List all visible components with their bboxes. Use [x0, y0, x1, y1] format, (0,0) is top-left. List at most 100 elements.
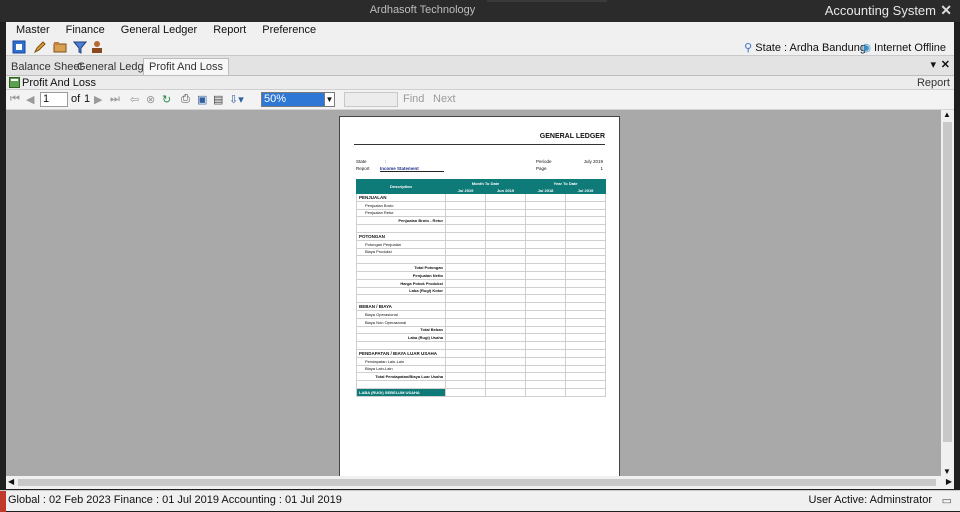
- row-label: [356, 380, 446, 389]
- back-icon[interactable]: ⇦: [130, 93, 139, 106]
- report-meta-label: Report: [356, 166, 370, 171]
- row-cell: [565, 239, 607, 249]
- table-row: Penjualan Bruto - Retur: [356, 216, 607, 226]
- row-cell: [445, 231, 486, 241]
- folder-icon[interactable]: [53, 40, 67, 54]
- row-label: BEBAN / BIAYA: [356, 302, 446, 311]
- row-cell: [565, 372, 607, 382]
- row-cell: [565, 317, 607, 327]
- zoom-select[interactable]: 50% ▼: [261, 92, 335, 107]
- row-cell: [445, 309, 486, 319]
- status-bar: Global : 02 Feb 2023 Finance : 01 Jul 20…: [0, 490, 960, 512]
- row-cell: [484, 333, 527, 343]
- row-cell: [484, 270, 527, 280]
- row-label: Penjualan Bruto - Retur: [356, 216, 446, 226]
- row-cell: [445, 200, 486, 210]
- menu-preference[interactable]: Preference: [252, 22, 322, 38]
- chevron-down-icon[interactable]: ▼: [324, 93, 334, 106]
- horizontal-scroll-thumb[interactable]: [18, 479, 936, 486]
- print-icon[interactable]: ⎙: [181, 93, 190, 106]
- row-cell: [565, 200, 607, 210]
- page-setup-icon[interactable]: ▤: [213, 93, 223, 106]
- row-label: Total Pendapatan/Biaya Luar Usaha: [356, 372, 446, 382]
- row-cell: [565, 333, 607, 343]
- table-row: Harga Pokok Produksi: [356, 278, 607, 288]
- table-row: Total Potongan: [356, 263, 607, 272]
- find-button[interactable]: Find: [403, 93, 424, 105]
- row-label: LABA (RUGI) SEBELUM USAHA: [356, 387, 446, 397]
- row-label: Biaya Operasional: [356, 309, 446, 319]
- row-cell: [445, 247, 486, 257]
- menu-master[interactable]: Master: [6, 22, 56, 38]
- vertical-scrollbar[interactable]: ▲ ▼: [941, 110, 954, 476]
- close-button[interactable]: ✕: [940, 2, 952, 19]
- table-row: Biaya Non Operasional: [356, 317, 607, 327]
- row-cell: [525, 247, 567, 257]
- row-label: Total Beban: [356, 325, 446, 335]
- scroll-left-icon[interactable]: ◀: [8, 477, 14, 486]
- user-icon[interactable]: [90, 40, 104, 54]
- table-row: [356, 341, 607, 350]
- table-row: [356, 224, 607, 233]
- print-layout-icon[interactable]: ▣: [197, 93, 207, 106]
- report-title: GENERAL LEDGER: [539, 133, 605, 140]
- row-cell: [484, 286, 527, 296]
- find-input[interactable]: [344, 92, 398, 107]
- state-meta-label: State: [356, 159, 367, 164]
- row-cell: [445, 302, 486, 311]
- vertical-scroll-thumb[interactable]: [943, 122, 952, 442]
- row-label: Harga Pokok Produksi: [356, 278, 446, 288]
- row-cell: [445, 224, 486, 233]
- filter-icon[interactable]: [73, 40, 87, 54]
- menu-report[interactable]: Report: [203, 22, 252, 38]
- row-cell: [484, 302, 527, 311]
- document-header: Profit And Loss Report: [6, 76, 954, 90]
- row-label: [356, 294, 446, 304]
- next-button[interactable]: Next: [433, 93, 456, 105]
- row-cell: [484, 348, 527, 358]
- grid-icon[interactable]: [12, 40, 26, 54]
- of-label: of: [71, 93, 81, 105]
- scroll-right-icon[interactable]: ▶: [946, 477, 952, 486]
- row-cell: [565, 387, 607, 397]
- row-cell: [445, 278, 486, 288]
- tab-strip: Balance Sheet General Ledger Profit And …: [6, 56, 954, 76]
- row-cell: [445, 341, 486, 350]
- header-year-to-date: Year To Date: [525, 179, 607, 187]
- table-row: Biaya Operasional: [356, 309, 607, 319]
- horizontal-scrollbar[interactable]: ◀ ▶: [6, 476, 954, 489]
- last-page-icon[interactable]: ⏭: [110, 93, 120, 106]
- table-row: Biaya Lain-Lain: [356, 364, 607, 374]
- row-cell: [525, 263, 567, 272]
- tab-profit-and-loss[interactable]: Profit And Loss: [143, 58, 229, 75]
- title-accent: [487, 0, 607, 2]
- status-indicator: [0, 491, 6, 512]
- total-pages: 1: [84, 93, 91, 105]
- state-text: State : Ardha Bandung: [755, 42, 866, 54]
- refresh-icon[interactable]: ↻: [162, 93, 171, 106]
- app-window: Ardhasoft Technology Accounting System ✕…: [0, 0, 960, 512]
- first-page-icon[interactable]: ⏮: [10, 93, 20, 106]
- stop-icon[interactable]: ⊗: [146, 93, 155, 106]
- row-cell: [565, 364, 607, 374]
- table-row: Penjualan Netto: [356, 270, 607, 280]
- menu-general-ledger[interactable]: General Ledger: [111, 22, 203, 38]
- next-page-icon[interactable]: ▶: [94, 93, 102, 106]
- title-divider: [354, 144, 605, 145]
- menu-finance[interactable]: Finance: [56, 22, 111, 38]
- row-cell: [525, 341, 567, 350]
- row-label: [356, 255, 446, 265]
- row-cell: [445, 255, 486, 265]
- document-title: Profit And Loss: [22, 77, 96, 89]
- row-cell: [445, 333, 486, 343]
- tab-close-icon[interactable]: ✕: [941, 58, 950, 71]
- page-input[interactable]: 1: [40, 92, 68, 107]
- prev-page-icon[interactable]: ◀: [26, 93, 34, 106]
- scroll-up-icon[interactable]: ▲: [943, 110, 951, 119]
- edit-icon[interactable]: [33, 40, 47, 54]
- row-cell: [565, 348, 607, 358]
- scroll-down-icon[interactable]: ▼: [943, 467, 951, 476]
- export-icon[interactable]: ⇩▾: [229, 93, 244, 106]
- tab-menu-icon[interactable]: ▾: [930, 58, 936, 71]
- menu-bar: Master Finance General Ledger Report Pre…: [6, 22, 954, 38]
